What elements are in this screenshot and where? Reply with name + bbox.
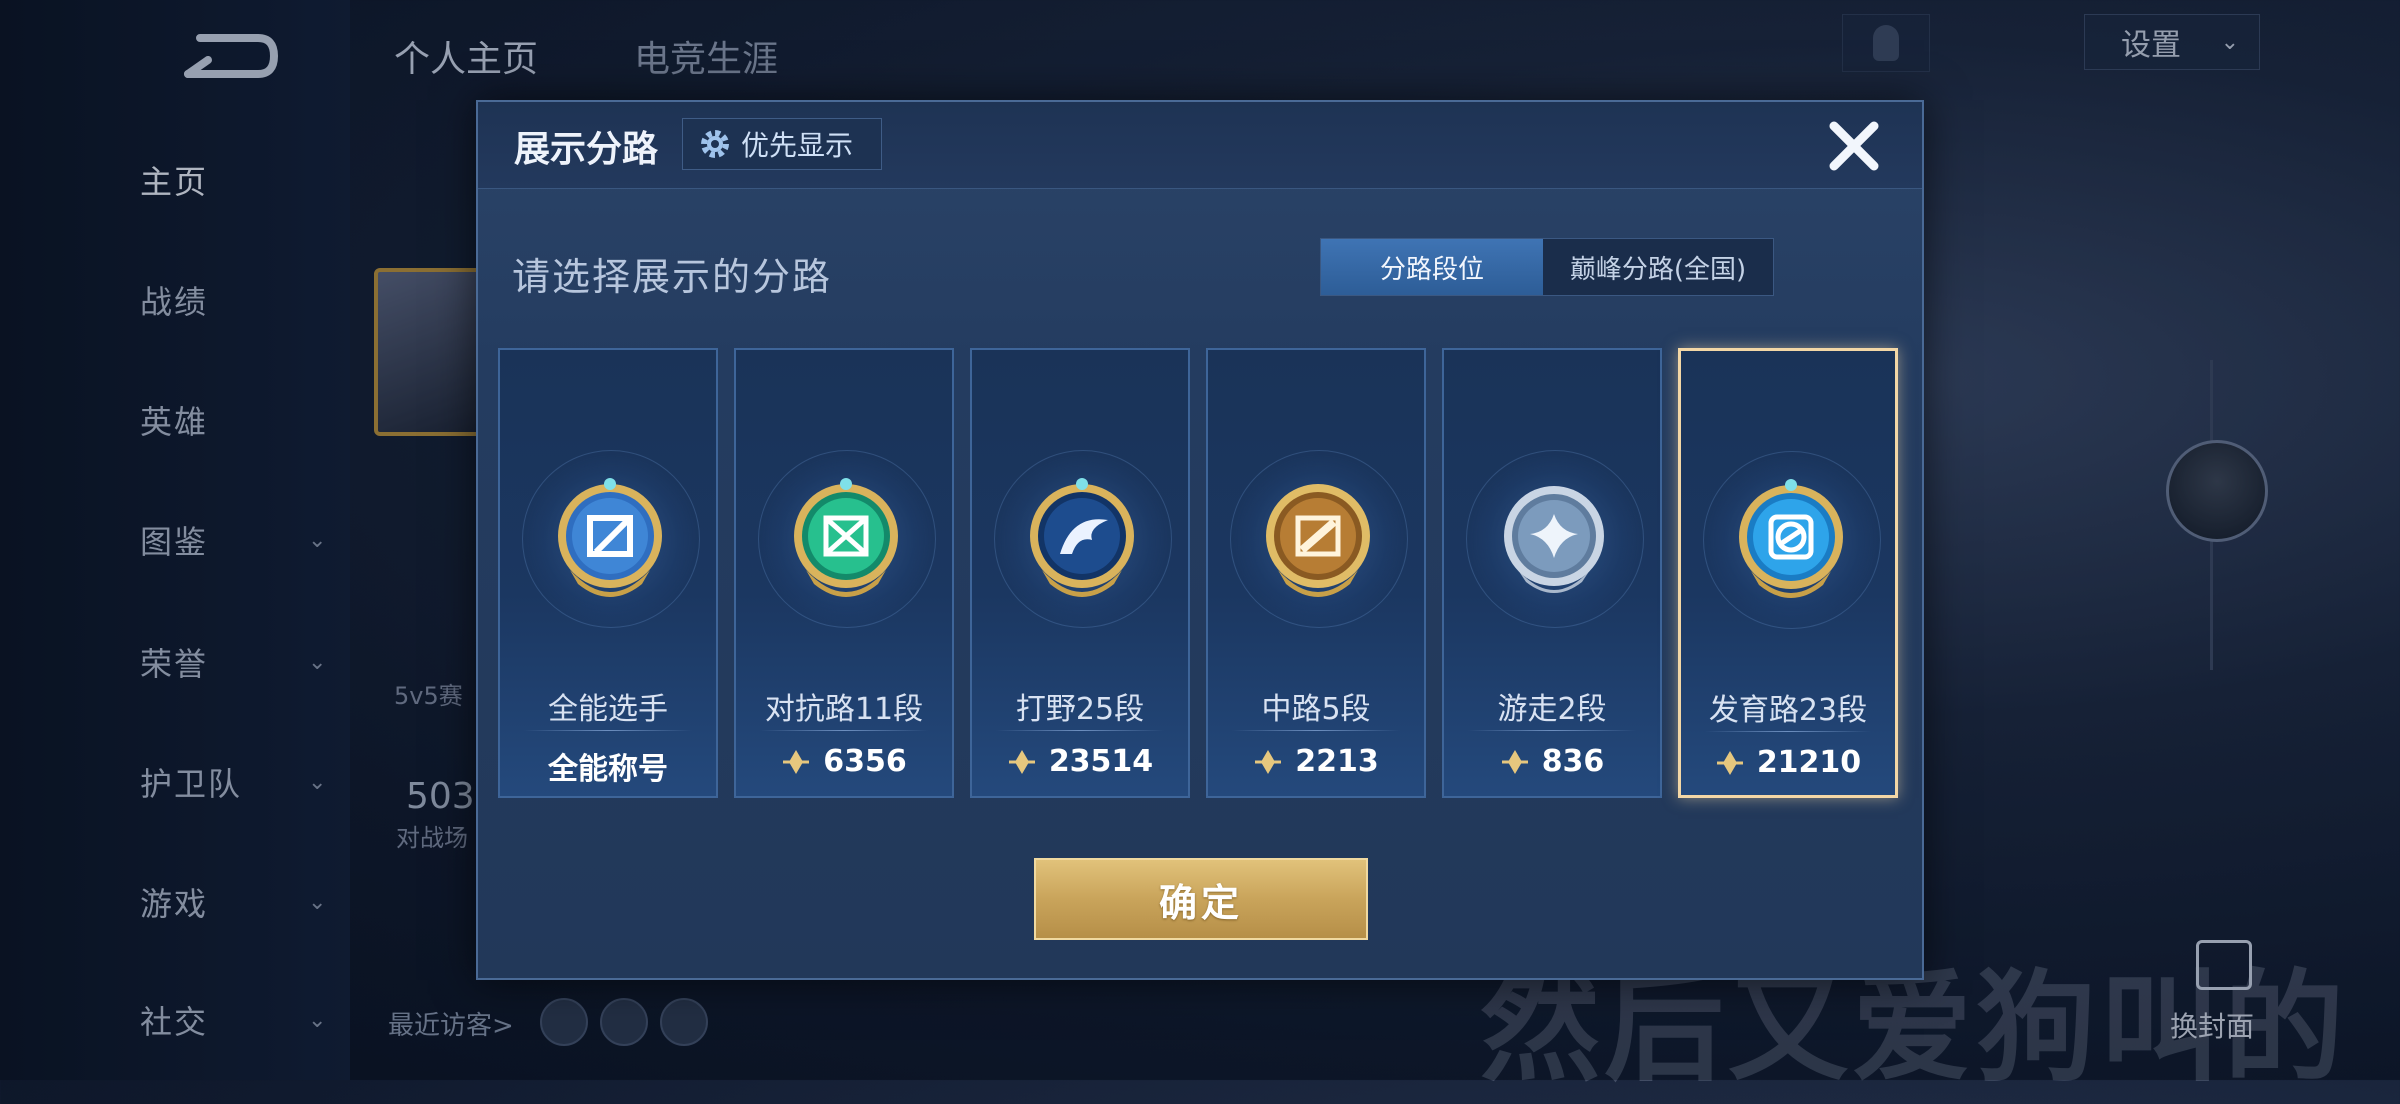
lane-card-jungle[interactable]: 打野25段 23514 xyxy=(970,348,1190,798)
peak-score-icon xyxy=(1716,750,1743,775)
lane-mode-toggle: 分路段位 巅峰分路(全国) xyxy=(1320,238,1774,296)
peak-score-icon xyxy=(1501,749,1528,774)
divider xyxy=(760,730,928,731)
lane-name: 游走2段 xyxy=(1497,692,1607,727)
divider xyxy=(1468,730,1636,731)
lane-card-roam[interactable]: 游走2段 836 xyxy=(1442,348,1662,798)
lane-value: 全能称号 xyxy=(548,752,668,787)
dialog-title: 展示分路 xyxy=(514,129,659,170)
lane-name: 对抗路11段 xyxy=(764,692,924,727)
tab-lane-rank[interactable]: 分路段位 xyxy=(1321,239,1543,295)
lane-card-list: 全能选手 全能称号 对抗路11段 6356 打野25段 23514 中路5段 2… xyxy=(498,348,1908,798)
lane-card-farm[interactable]: 发育路23段 21210 xyxy=(1678,348,1898,798)
lane-value: 836 xyxy=(1444,744,1660,779)
lane-card-mid[interactable]: 中路5段 2213 xyxy=(1206,348,1426,798)
lane-name: 发育路23段 xyxy=(1708,693,1868,728)
lane-card-all-round[interactable]: 全能选手 全能称号 xyxy=(498,348,718,798)
lane-display-dialog: 展示分路 优先显示 请选择展示的分路 分路段位 巅峰分路(全国) 全能选手 全能… xyxy=(476,100,1924,980)
divider xyxy=(1705,731,1871,732)
lane-name: 打野25段 xyxy=(1015,692,1145,727)
divider xyxy=(524,730,692,731)
lane-name: 中路5段 xyxy=(1261,692,1371,727)
tab-peak-lane[interactable]: 巅峰分路(全国) xyxy=(1543,239,1773,295)
all-round-badge-icon xyxy=(558,478,662,597)
divider xyxy=(1232,730,1400,731)
mid-lane-badge-icon xyxy=(1266,484,1370,597)
peak-score-icon xyxy=(1255,749,1282,774)
lane-value: 6356 xyxy=(736,744,952,779)
lane-value: 23514 xyxy=(972,744,1188,779)
close-icon[interactable] xyxy=(1826,118,1882,174)
roam-badge-icon xyxy=(1504,486,1604,593)
gear-icon xyxy=(701,130,729,158)
peak-score-icon xyxy=(1008,749,1035,774)
priority-display-button[interactable]: 优先显示 xyxy=(682,118,882,170)
divider xyxy=(996,730,1164,731)
jungle-badge-icon xyxy=(1030,478,1134,597)
farm-lane-badge-icon xyxy=(1739,479,1843,598)
clash-lane-badge-icon xyxy=(794,478,898,597)
dialog-subtitle: 请选择展示的分路 xyxy=(512,255,833,299)
peak-score-icon xyxy=(783,749,810,774)
lane-value: 21210 xyxy=(1681,745,1895,780)
confirm-button[interactable]: 确定 xyxy=(1034,858,1368,940)
lane-value: 2213 xyxy=(1208,744,1424,779)
lane-name: 全能选手 xyxy=(548,692,668,727)
lane-card-clash[interactable]: 对抗路11段 6356 xyxy=(734,348,954,798)
